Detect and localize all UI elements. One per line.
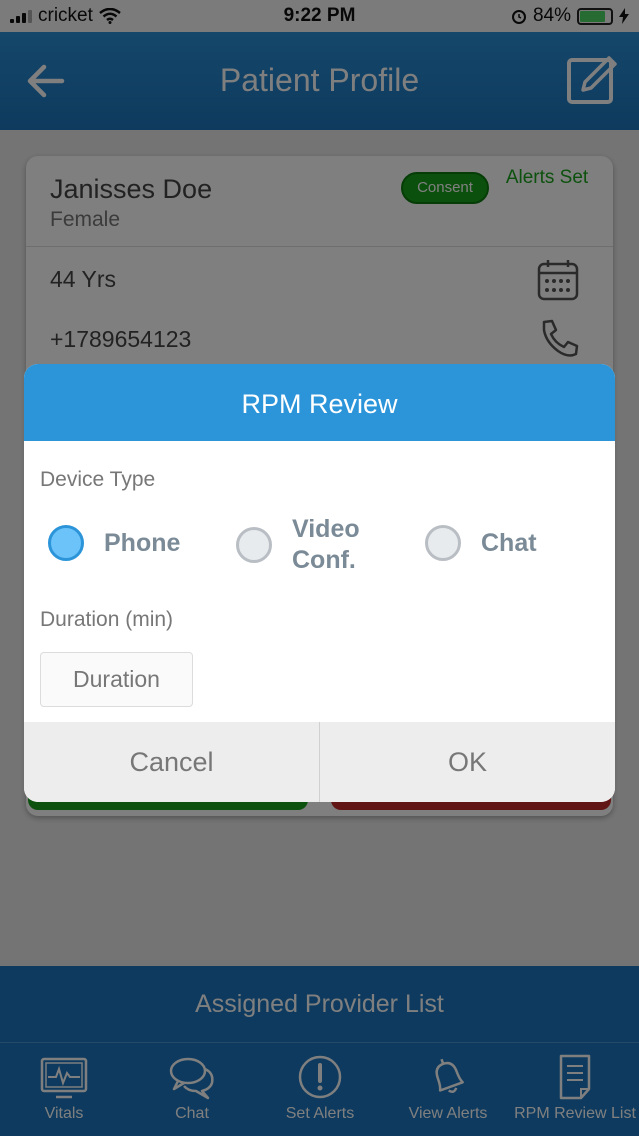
cancel-button[interactable]: Cancel bbox=[24, 722, 319, 802]
dialog-title: RPM Review bbox=[24, 364, 615, 441]
radio-chat[interactable]: Chat bbox=[425, 525, 537, 561]
radio-label-phone: Phone bbox=[104, 528, 181, 557]
radio-label-chat: Chat bbox=[481, 528, 537, 557]
dialog-actions: Cancel OK bbox=[24, 722, 615, 802]
duration-label: Duration (min) bbox=[40, 608, 174, 631]
radio-phone[interactable]: Phone bbox=[48, 525, 180, 561]
radio-circle[interactable] bbox=[236, 527, 272, 563]
duration-input[interactable] bbox=[40, 652, 193, 707]
radio-circle[interactable] bbox=[48, 525, 84, 561]
radio-label-video-conf: Video Conf. bbox=[292, 515, 360, 574]
radio-circle[interactable] bbox=[425, 525, 461, 561]
device-type-label: Device Type bbox=[40, 468, 156, 491]
rpm-review-dialog: RPM Review Device Type Phone Video Conf.… bbox=[24, 364, 615, 802]
ok-button[interactable]: OK bbox=[320, 722, 615, 802]
radio-video-conf[interactable]: Video Conf. bbox=[236, 514, 372, 576]
